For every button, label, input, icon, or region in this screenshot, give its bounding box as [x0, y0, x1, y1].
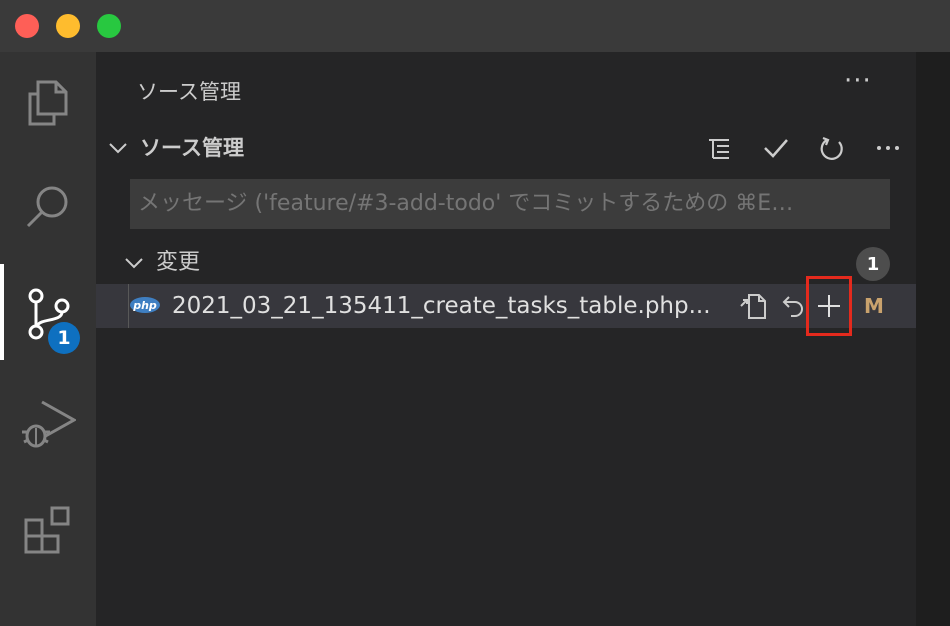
- changed-file-name[interactable]: 2021_03_21_135411_create_tasks_table.php…: [172, 284, 738, 328]
- close-window-button[interactable]: [15, 14, 39, 38]
- activity-search[interactable]: [0, 160, 96, 256]
- panel-title: ソース管理: [137, 80, 241, 104]
- list-tree-icon: [709, 139, 729, 159]
- file-status-badge: M: [864, 294, 884, 318]
- debug-icon: [22, 400, 76, 448]
- open-file-button[interactable]: [736, 288, 770, 324]
- php-file-icon: php: [130, 297, 160, 313]
- discard-changes-button[interactable]: [776, 288, 810, 324]
- files-icon: [28, 80, 68, 126]
- refresh-icon: [820, 136, 843, 160]
- search-icon: [26, 186, 68, 228]
- editor-edge: [916, 52, 950, 626]
- go-to-file-icon: [740, 294, 766, 319]
- more-actions-button[interactable]: [870, 132, 904, 164]
- check-icon: [764, 139, 788, 158]
- scm-section-header[interactable]: ソース管理: [96, 132, 916, 164]
- activity-run-debug[interactable]: [0, 372, 96, 468]
- stage-button-highlight: [806, 276, 852, 336]
- changes-label: 変更: [156, 250, 201, 275]
- activity-explorer[interactable]: [0, 52, 96, 148]
- view-as-tree-button[interactable]: [702, 132, 736, 164]
- activity-extensions[interactable]: [0, 480, 96, 576]
- commit-button[interactable]: [758, 132, 792, 164]
- extensions-icon: [24, 506, 70, 554]
- indent-guide: [128, 284, 129, 328]
- maximize-window-button[interactable]: [97, 14, 121, 38]
- refresh-button[interactable]: [814, 132, 848, 164]
- source-control-sidebar: ソース管理 ··· ソース管理 メッセージ ('feature/#3-add-t…: [96, 52, 916, 626]
- chevron-down-icon[interactable]: [108, 140, 128, 156]
- changes-group-header[interactable]: 変更 1: [96, 245, 916, 281]
- ellipsis-icon: [877, 146, 899, 150]
- source-control-badge: 1: [48, 322, 80, 354]
- discard-icon: [782, 296, 803, 317]
- window-titlebar: [0, 0, 950, 52]
- activity-source-control[interactable]: 1: [0, 264, 96, 360]
- activity-bar: 1: [0, 52, 96, 626]
- panel-more-actions-icon[interactable]: ···: [844, 66, 872, 96]
- minimize-window-button[interactable]: [56, 14, 80, 38]
- chevron-down-icon[interactable]: [124, 255, 144, 271]
- changed-file-row[interactable]: php 2021_03_21_135411_create_tasks_table…: [96, 276, 916, 336]
- commit-message-input[interactable]: [130, 179, 890, 229]
- changes-count-badge: 1: [856, 247, 890, 281]
- scm-section-title: ソース管理: [140, 136, 244, 160]
